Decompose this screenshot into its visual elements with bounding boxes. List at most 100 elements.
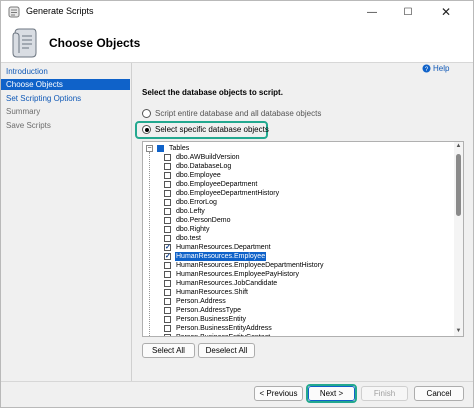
radio-button-specific[interactable] (142, 125, 151, 134)
tree-item[interactable]: dbo.PersonDemo (143, 216, 231, 225)
tree-item[interactable]: HumanResources.JobCandidate (143, 279, 278, 288)
help-link[interactable]: ? Help (422, 64, 449, 73)
tree-item[interactable]: Person.BusinessEntityContact (143, 333, 271, 336)
page-title: Choose Objects (49, 36, 141, 50)
tree-item-checkbox[interactable] (164, 163, 171, 170)
tree-item-checkbox[interactable] (164, 280, 171, 287)
select-all-button[interactable]: Select All (142, 343, 195, 358)
tree-item[interactable]: dbo.EmployeeDepartment (143, 180, 258, 189)
tree-item-label: dbo.Employee (176, 172, 221, 179)
tree-scrollbar[interactable]: ▲ ▼ (454, 142, 463, 336)
tree-item-checkbox[interactable] (164, 252, 171, 261)
tree-item[interactable]: HumanResources.Employee (143, 251, 268, 262)
tree-item-checkbox[interactable] (164, 181, 171, 188)
tree-item-label: HumanResources.JobCandidate (176, 280, 278, 287)
tree-item[interactable]: Person.BusinessEntityAddress (143, 324, 273, 333)
tree-item[interactable]: Person.Address (143, 297, 227, 306)
tree-item-checkbox[interactable] (164, 235, 171, 242)
tables-checkbox[interactable] (157, 145, 164, 152)
maximize-button[interactable]: ☐ (393, 1, 423, 23)
tree-item-label: Person.BusinessEntityContact (175, 333, 271, 336)
tree-item[interactable]: HumanResources.Shift (143, 288, 249, 297)
tree-root-tables[interactable]: − Tables (143, 144, 190, 153)
tree-item[interactable]: HumanResources.EmployeePayHistory (143, 270, 300, 279)
tree-item-checkbox[interactable] (164, 298, 171, 305)
nav-item-introduction[interactable]: Introduction (1, 66, 130, 77)
wizard-nav: Introduction Choose Objects Set Scriptin… (1, 63, 132, 381)
radio-label-specific: Select specific database objects (155, 125, 269, 134)
tree-item-label: dbo.test (176, 235, 201, 242)
tree-item-checkbox[interactable] (164, 154, 171, 161)
cancel-button[interactable]: Cancel (414, 386, 464, 401)
scroll-up-icon[interactable]: ▲ (454, 142, 463, 151)
tree-item-checkbox[interactable] (164, 190, 171, 197)
radio-label-entire: Script entire database and all database … (155, 109, 322, 118)
object-tree[interactable]: − Tables dbo.AWBuildVersion dbo.DatabaseL… (142, 141, 464, 337)
tree-item-label: dbo.PersonDemo (176, 217, 231, 224)
tree-item-checkbox[interactable] (164, 226, 171, 233)
tree-item-label: HumanResources.Department (176, 244, 271, 251)
tree-item-label: dbo.Righty (176, 226, 210, 233)
tree-item-checkbox[interactable] (164, 199, 171, 206)
tree-item-checkbox[interactable] (164, 316, 171, 323)
footer-divider (1, 381, 473, 382)
tree-item-label: HumanResources.EmployeeDepartmentHistory (176, 262, 324, 269)
tree-item-label: dbo.Lefty (176, 208, 205, 215)
scroll-down-icon[interactable]: ▼ (454, 327, 463, 336)
scroll-icon (12, 28, 37, 58)
scroll-thumb[interactable] (456, 154, 461, 216)
nav-item-choose-objects[interactable]: Choose Objects (1, 79, 130, 90)
tree-item-label: dbo.EmployeeDepartment (176, 181, 258, 188)
tree-item[interactable]: dbo.AWBuildVersion (143, 153, 241, 162)
radio-specific-objects[interactable]: Select specific database objects (142, 125, 269, 134)
tree-item-checkbox[interactable] (164, 289, 171, 296)
page-header: Choose Objects (1, 23, 473, 63)
tree-item[interactable]: dbo.Employee (143, 171, 222, 180)
tree-item[interactable]: HumanResources.EmployeeDepartmentHistory (143, 261, 324, 270)
tables-label: Tables (169, 145, 190, 152)
tree-item-label: dbo.EmployeeDepartmentHistory (176, 190, 280, 197)
tree-item-label: Person.AddressType (176, 307, 241, 314)
tree-item-checkbox[interactable] (164, 262, 171, 269)
next-button[interactable]: Next > (308, 386, 355, 401)
deselect-all-button[interactable]: Deselect All (198, 343, 255, 358)
tree-item-checkbox[interactable] (164, 307, 171, 314)
tree-item-label: Person.Address (176, 298, 226, 305)
nav-item-summary: Summary (6, 107, 41, 116)
tree-item-label: dbo.ErrorLog (176, 199, 217, 206)
collapse-icon[interactable]: − (146, 145, 153, 152)
previous-button[interactable]: < Previous (254, 386, 303, 401)
tree-item[interactable]: Person.BusinessEntity (143, 315, 247, 324)
tree-item[interactable]: dbo.Righty (143, 225, 210, 234)
help-label[interactable]: Help (433, 64, 449, 73)
tree-item-label: Person.BusinessEntity (176, 316, 247, 323)
tree-item[interactable]: dbo.ErrorLog (143, 198, 218, 207)
tree-item[interactable]: Person.AddressType (143, 306, 242, 315)
tree-item-checkbox[interactable] (164, 325, 171, 332)
tree-item-label: dbo.AWBuildVersion (176, 154, 240, 161)
tree-item[interactable]: HumanResources.Department (143, 243, 272, 252)
tree-item-checkbox[interactable] (164, 271, 171, 278)
tree-item-checkbox[interactable] (164, 172, 171, 179)
tree-item[interactable]: dbo.EmployeeDepartmentHistory (143, 189, 280, 198)
tree-item-checkbox[interactable] (164, 334, 171, 336)
help-icon: ? (422, 64, 431, 73)
nav-item-set-scripting-options[interactable]: Set Scripting Options (1, 93, 130, 104)
tree-item-checkbox[interactable] (164, 208, 171, 215)
tree-item-checkbox[interactable] (164, 243, 171, 252)
radio-button-entire[interactable] (142, 109, 151, 118)
tree-item[interactable]: dbo.Lefty (143, 207, 206, 216)
nav-item-save-scripts: Save Scripts (6, 121, 51, 130)
tree-item-label: dbo.DatabaseLog (176, 163, 232, 170)
finish-button: Finish (361, 386, 408, 401)
close-button[interactable]: ✕ (431, 1, 461, 23)
minimize-button[interactable]: — (357, 1, 387, 23)
tree-item[interactable]: dbo.DatabaseLog (143, 162, 232, 171)
tree-item-label: HumanResources.Employee (173, 251, 268, 262)
instruction-text: Select the database objects to script. (142, 88, 283, 97)
radio-entire-database[interactable]: Script entire database and all database … (142, 109, 321, 118)
tree-item-checkbox[interactable] (164, 217, 171, 224)
title-bar: Generate Scripts — ☐ ✕ (1, 1, 473, 23)
tree-item[interactable]: dbo.test (143, 234, 202, 243)
generate-scripts-window: Generate Scripts — ☐ ✕ Choose Objects In… (0, 0, 474, 408)
